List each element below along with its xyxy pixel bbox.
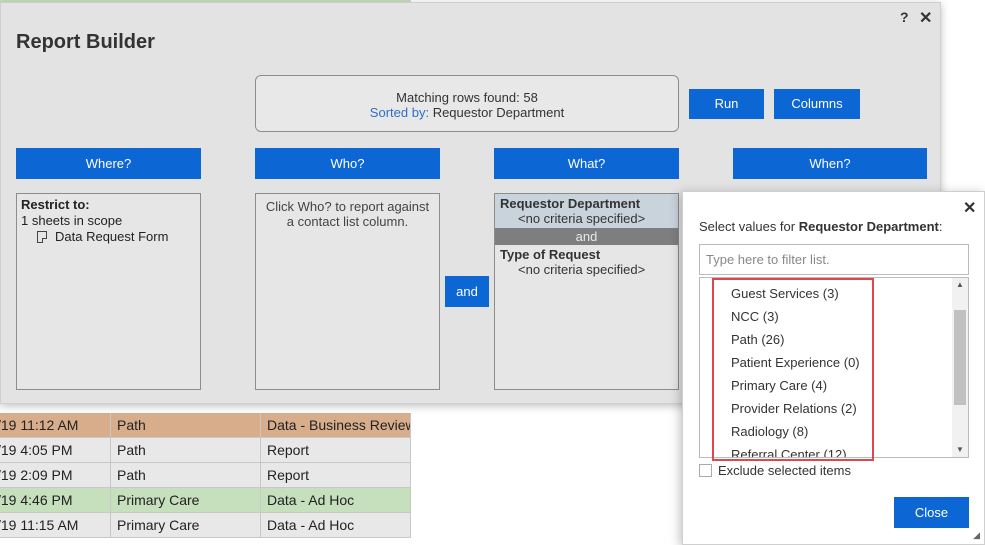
criteria-requestor-department[interactable]: Requestor Department <no criteria specif… [495, 194, 678, 228]
list-item[interactable]: NCC (3) [700, 305, 860, 328]
when-button[interactable]: When? [733, 148, 927, 179]
table-cell[interactable]: Path [111, 413, 261, 438]
run-button[interactable]: Run [689, 89, 764, 119]
scroll-up-icon[interactable]: ▲ [952, 278, 968, 292]
criteria-value: <no criteria specified> [518, 262, 646, 277]
scroll-down-icon[interactable]: ▼ [952, 443, 968, 457]
sorted-by-value: Requestor Department [432, 105, 565, 120]
where-panel: Restrict to: 1 sheets in scope Data Requ… [16, 193, 201, 390]
sorted-by-link[interactable]: Sorted by: [370, 105, 429, 120]
select-values-popup: ✕ Select values for Requestor Department… [682, 191, 985, 545]
criteria-value: <no criteria specified> [518, 211, 646, 226]
criteria-title: Requestor Department [500, 196, 641, 211]
values-list-items: Guest Services (3) NCC (3) Path (26) Pat… [700, 282, 860, 457]
scroll-thumb[interactable] [954, 310, 966, 405]
resize-grip-icon[interactable]: ◢ [973, 530, 980, 541]
close-icon[interactable]: ✕ [919, 8, 932, 28]
values-list[interactable]: Guest Services (3) NCC (3) Path (26) Pat… [699, 277, 969, 458]
columns-button[interactable]: Columns [774, 89, 860, 119]
exclude-checkbox[interactable] [699, 464, 712, 477]
matching-rows-text: Matching rows found: 58 [396, 90, 538, 105]
and-separator: and [495, 228, 678, 245]
list-item[interactable]: Provider Relations (2) [700, 397, 860, 420]
criteria-type-of-request[interactable]: Type of Request <no criteria specified> [495, 245, 678, 279]
table-cell[interactable]: Path [111, 438, 261, 463]
popup-label-prefix: Select values for [699, 219, 799, 234]
table-cell[interactable]: Primary Care [111, 488, 261, 513]
sheet-item[interactable]: Data Request Form [21, 229, 196, 245]
table-row[interactable]: /19 4:46 PM Primary Care Data - Ad Hoc [0, 488, 411, 513]
close-button[interactable]: Close [894, 497, 969, 528]
document-icon [37, 231, 47, 243]
sheet-name: Data Request Form [55, 229, 169, 244]
results-summary: Matching rows found: 58 Sorted by: Reque… [255, 75, 679, 132]
table-row[interactable]: /19 4:05 PM Path Report [0, 438, 411, 463]
table-row[interactable]: /19 11:12 AM Path Data - Business Review [0, 413, 411, 438]
table-cell[interactable]: Data - Business Review [261, 413, 411, 438]
help-icon[interactable]: ? [900, 9, 909, 25]
where-button[interactable]: Where? [16, 148, 201, 179]
what-button[interactable]: What? [494, 148, 679, 179]
dialog-title: Report Builder [16, 31, 155, 53]
table-cell[interactable]: Report [261, 463, 411, 488]
what-panel: Requestor Department <no criteria specif… [494, 193, 679, 390]
table-row[interactable]: /19 2:09 PM Path Report [0, 463, 411, 488]
list-item[interactable]: Guest Services (3) [700, 282, 860, 305]
table-cell[interactable]: /19 11:15 AM [0, 513, 111, 538]
table-cell[interactable]: /19 11:12 AM [0, 413, 111, 438]
popup-label-field: Requestor Department [798, 219, 939, 234]
table-cell[interactable]: Path [111, 463, 261, 488]
scope-text: 1 sheets in scope [21, 213, 123, 228]
list-item[interactable]: Patient Experience (0) [700, 351, 860, 374]
close-icon[interactable]: ✕ [963, 198, 976, 218]
table-cell[interactable]: /19 4:05 PM [0, 438, 111, 463]
list-item[interactable]: Radiology (8) [700, 420, 860, 443]
who-button[interactable]: Who? [255, 148, 440, 179]
popup-label-suffix: : [938, 219, 943, 234]
list-scrollbar[interactable]: ▲ ▼ [952, 278, 968, 457]
criteria-title: Type of Request [500, 247, 601, 262]
popup-label: Select values for Requestor Department: [699, 219, 942, 234]
sorted-by-line: Sorted by: Requestor Department [256, 105, 678, 120]
who-hint-text: Click Who? to report against a contact l… [265, 199, 430, 229]
table-row[interactable]: /19 11:15 AM Primary Care Data - Ad Hoc [0, 513, 411, 538]
table-cell[interactable]: /19 4:46 PM [0, 488, 111, 513]
and-button[interactable]: and [445, 276, 489, 307]
list-item[interactable]: Path (26) [700, 328, 860, 351]
who-panel: Click Who? to report against a contact l… [255, 193, 440, 390]
list-item[interactable]: Referral Center (12) [700, 443, 860, 457]
exclude-selected-row[interactable]: Exclude selected items [699, 463, 851, 478]
exclude-label: Exclude selected items [718, 463, 851, 478]
restrict-title: Restrict to: [21, 197, 90, 212]
table-cell[interactable]: Data - Ad Hoc [261, 488, 411, 513]
list-item[interactable]: Primary Care (4) [700, 374, 860, 397]
table-cell[interactable]: Primary Care [111, 513, 261, 538]
table-cell[interactable]: Report [261, 438, 411, 463]
table-cell[interactable]: Data - Ad Hoc [261, 513, 411, 538]
table-cell[interactable]: /19 2:09 PM [0, 463, 111, 488]
filter-input[interactable] [699, 244, 969, 275]
